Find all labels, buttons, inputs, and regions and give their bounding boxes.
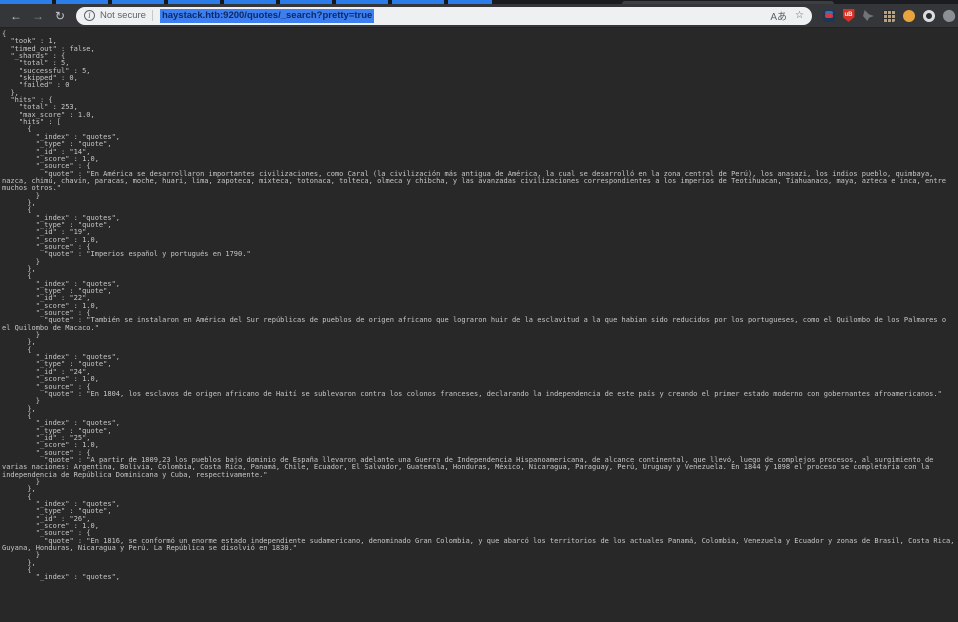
- adblock-shield-icon[interactable]: uB: [842, 9, 855, 22]
- extension-area: uB ⋮: [822, 7, 958, 24]
- bookmark-star-icon[interactable]: ☆: [795, 10, 804, 21]
- json-response-body: { "took" : 1, "timed_out" : false, "_sha…: [2, 30, 955, 582]
- omnibox-divider: [151, 10, 153, 21]
- extension-ring-icon[interactable]: [922, 9, 935, 22]
- extension-mask-icon[interactable]: [822, 9, 835, 22]
- extension-orange-circle-icon[interactable]: [902, 9, 915, 22]
- tab-strip-pill: [622, 1, 834, 4]
- security-label: Not secure: [100, 10, 146, 21]
- extension-grid-icon[interactable]: [882, 9, 895, 22]
- site-info-icon[interactable]: i: [84, 10, 95, 21]
- extension-paw-icon[interactable]: [940, 7, 957, 24]
- tab-strip-tabs[interactable]: [0, 0, 492, 4]
- url-text[interactable]: haystack.htb:9200/quotes/_search?pretty=…: [159, 8, 375, 23]
- address-bar[interactable]: i Not secure haystack.htb:9200/quotes/_s…: [76, 6, 812, 25]
- translate-icon[interactable]: Aあ: [770, 8, 787, 23]
- reload-button[interactable]: ↻: [50, 6, 70, 26]
- browser-toolbar: ← → ↻ i Not secure haystack.htb:9200/quo…: [0, 4, 958, 28]
- forward-button[interactable]: →: [28, 6, 48, 26]
- tab-strip: [0, 0, 958, 4]
- extension-pointer-icon[interactable]: [862, 9, 875, 22]
- page-viewport: { "took" : 1, "timed_out" : false, "_sha…: [0, 28, 958, 622]
- back-button[interactable]: ←: [6, 6, 26, 26]
